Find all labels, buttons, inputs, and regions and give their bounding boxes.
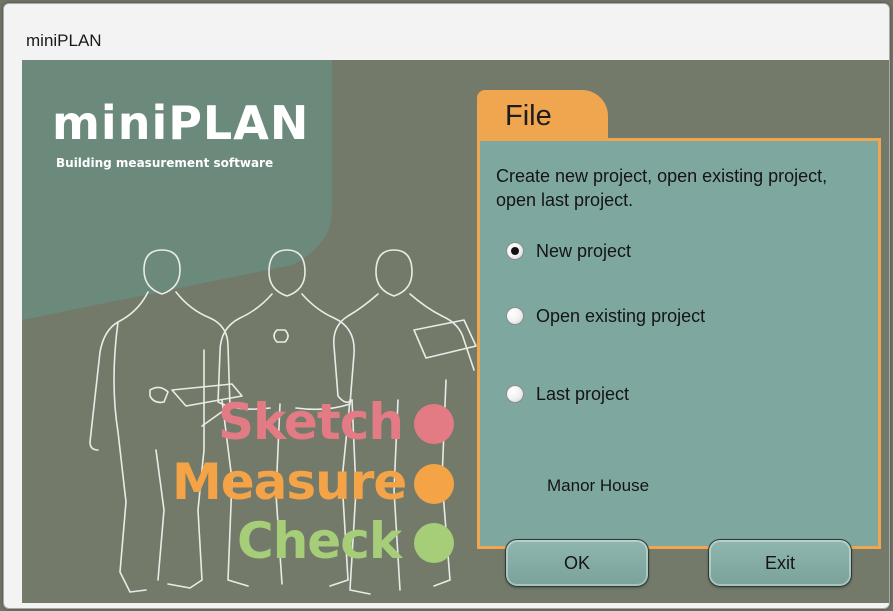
radio-selected-icon	[511, 247, 519, 255]
radio-open-existing-project[interactable]	[506, 307, 524, 325]
window-title: miniPLAN	[26, 31, 102, 50]
option-new-project[interactable]: New project	[506, 238, 631, 264]
slogan-sketch: Sketch	[218, 393, 404, 451]
sketch-dot-icon	[414, 404, 454, 444]
last-project-name: Manor House	[547, 476, 650, 495]
exit-button[interactable]: Exit	[708, 539, 852, 587]
ok-button[interactable]: OK	[505, 539, 649, 587]
file-description: Create new project, open existing projec…	[496, 166, 828, 210]
option-open-existing-project[interactable]: Open existing project	[506, 303, 705, 329]
option-last-project[interactable]: Last project	[506, 381, 629, 407]
option-last-project-label: Last project	[536, 383, 630, 404]
app-window: miniPLAN miniPLAN Building measurement s…	[3, 3, 890, 609]
file-panel: Create new project, open existing projec…	[477, 138, 881, 587]
measure-dot-icon	[414, 464, 454, 504]
slogan-measure: Measure	[172, 453, 407, 511]
radio-last-project[interactable]	[506, 385, 524, 403]
logo-wordmark: miniPLAN	[52, 96, 310, 150]
option-new-project-label: New project	[536, 240, 632, 261]
title-bar[interactable]: miniPLAN	[4, 4, 889, 60]
tab-file[interactable]: File	[477, 90, 608, 140]
logo-tagline: Building measurement software	[56, 156, 274, 170]
tab-file-label: File	[505, 100, 552, 132]
client-area: miniPLAN Building measurement software S…	[22, 60, 889, 603]
slogan-check: Check	[237, 512, 402, 570]
radio-new-project[interactable]	[506, 242, 524, 260]
check-dot-icon	[414, 523, 454, 563]
option-open-existing-label: Open existing project	[536, 305, 706, 326]
